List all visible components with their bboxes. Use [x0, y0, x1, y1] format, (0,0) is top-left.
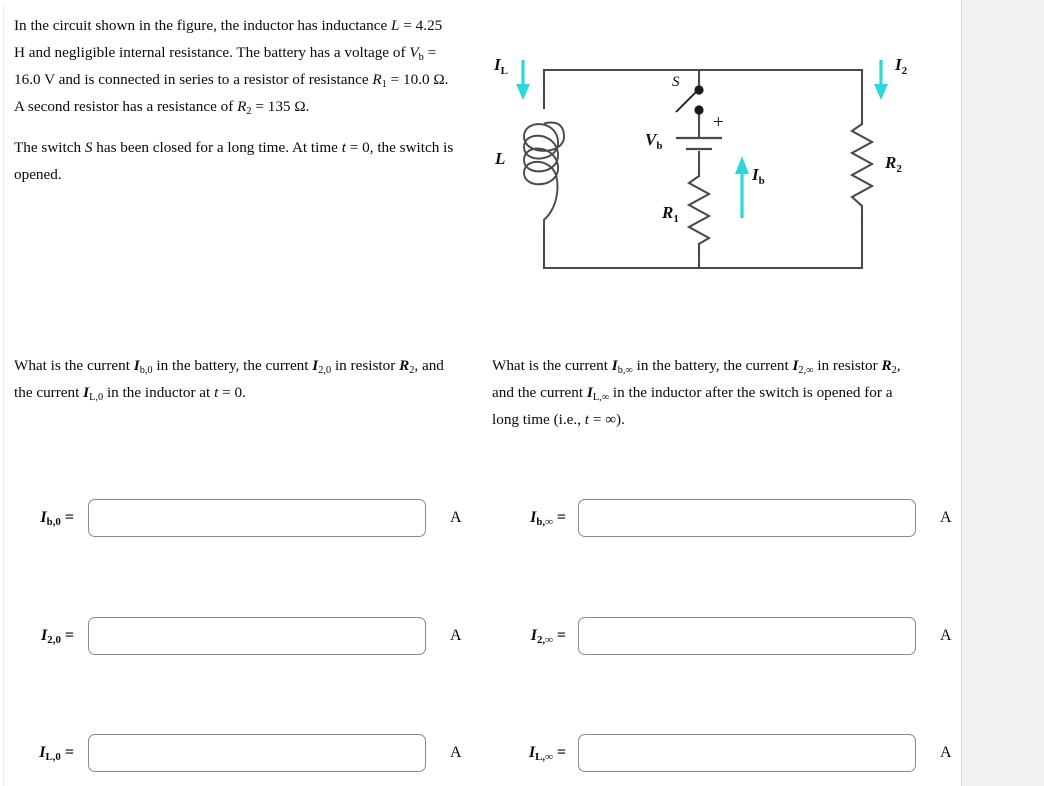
q-right-symbol-R2: R [881, 357, 892, 374]
answer-unit-I2inf: A [940, 627, 952, 644]
equals-3: = [386, 71, 403, 88]
arrow-Ib [735, 156, 749, 218]
resistor-r1-symbol [686, 175, 712, 250]
resistor-r2-symbol [849, 123, 875, 222]
q-right-text-2: in the battery, the current [632, 357, 793, 374]
equals-5: = [345, 139, 363, 156]
intro-text-5: . [305, 98, 310, 115]
symbol-R1: R [372, 71, 382, 88]
arrow-I2 [874, 60, 888, 100]
q-left-symbol-R2: R [399, 357, 410, 374]
symbol-R2: R [237, 98, 247, 115]
problem-paragraph-1: In the circuit shown in the figure, the … [14, 12, 454, 120]
q-left-symbol-IL0-sub: L,0 [89, 391, 104, 403]
battery-symbol [676, 136, 722, 151]
answer-row-I2inf: I2,∞ = A [0, 616, 952, 656]
value-R1: 10.0 Ω [403, 71, 445, 88]
q-right-symbol-ILinf-sub: L,∞ [592, 391, 610, 403]
value-R2: 135 Ω [267, 98, 306, 115]
q-left-text-2: in the battery, the current [152, 357, 313, 374]
q-left-symbol-I20-sub: 2,0 [318, 364, 332, 376]
intro-text-7: has been closed for a long time. At time [92, 139, 342, 156]
equals-1: = [399, 17, 416, 34]
switch-contact-bottom [694, 105, 704, 115]
value-t: 0 [362, 139, 370, 156]
arrow-IL [516, 60, 530, 100]
answer-row-ILinf: IL,∞ = A [0, 733, 952, 773]
answer-input-I2inf[interactable] [578, 617, 916, 655]
q-left-text-6: = 0. [218, 384, 246, 401]
question-left: What is the current Ib,0 in the battery,… [14, 352, 464, 406]
symbol-L: L [391, 17, 400, 34]
symbol-Vb: V [409, 44, 419, 61]
intro-text-1: In the circuit shown in the figure, the … [14, 17, 392, 34]
figure-label-S: S [672, 74, 680, 90]
switch-lever [675, 90, 698, 113]
problem-statement: In the circuit shown in the figure, the … [14, 12, 454, 188]
problem-paragraph-2: The switch S has been closed for a long … [14, 134, 454, 188]
inductor-coil [523, 121, 565, 253]
answer-label-I2inf: I2,∞ = [530, 627, 566, 647]
figure-label-R2: R2 [884, 153, 902, 175]
answer-label-ILinf: IL,∞ = [528, 744, 566, 764]
question-right: What is the current Ib,∞ in the battery,… [492, 352, 922, 433]
figure-label-plus: + [713, 112, 724, 133]
answer-input-Ibinf[interactable] [578, 499, 916, 537]
intro-text-2: and negligible internal resistance. The … [24, 44, 410, 61]
intro-text-3: and is connected in series to a resistor… [54, 71, 373, 88]
q-left-text-5: in the inductor at [103, 384, 215, 401]
q-left-text-1: What is the current [14, 357, 134, 374]
answer-unit-Ibinf: A [940, 509, 952, 526]
figure-label-R1: R1 [661, 203, 679, 225]
answer-input-ILinf[interactable] [578, 734, 916, 772]
left-margin-rule [3, 5, 4, 786]
answer-label-Ibinf: Ib,∞ = [530, 509, 566, 529]
figure-label-Vb: Vb [645, 130, 662, 152]
figure-label-IL: IL [493, 55, 508, 77]
answer-row-Ibinf: Ib,∞ = A [0, 498, 952, 538]
equals-4: = [251, 98, 268, 115]
figure-label-I2: I2 [894, 55, 908, 77]
circuit-diagram: IL I2 Ib L S Vb + R1 R2 [480, 28, 950, 293]
answer-unit-ILinf: A [940, 744, 952, 761]
figure-label-L: L [494, 149, 505, 168]
figure-label-Ib: Ib [751, 165, 765, 187]
intro-text-6: The switch [14, 139, 85, 156]
q-right-text-6: = ∞). [589, 411, 625, 428]
switch-s [675, 85, 704, 115]
q-right-text-3: in resistor [813, 357, 882, 374]
q-left-text-3: in resistor [331, 357, 400, 374]
q-right-text-1: What is the current [492, 357, 612, 374]
q-right-symbol-I2inf-sub: 2,∞ [798, 364, 814, 376]
worksheet-page: In the circuit shown in the figure, the … [0, 0, 962, 786]
q-left-symbol-Ib0-sub: b,0 [139, 364, 153, 376]
equals-2: = [423, 44, 437, 61]
q-right-symbol-Ibinf-sub: b,∞ [617, 364, 633, 376]
value-Vb: 16.0 V [14, 71, 55, 88]
